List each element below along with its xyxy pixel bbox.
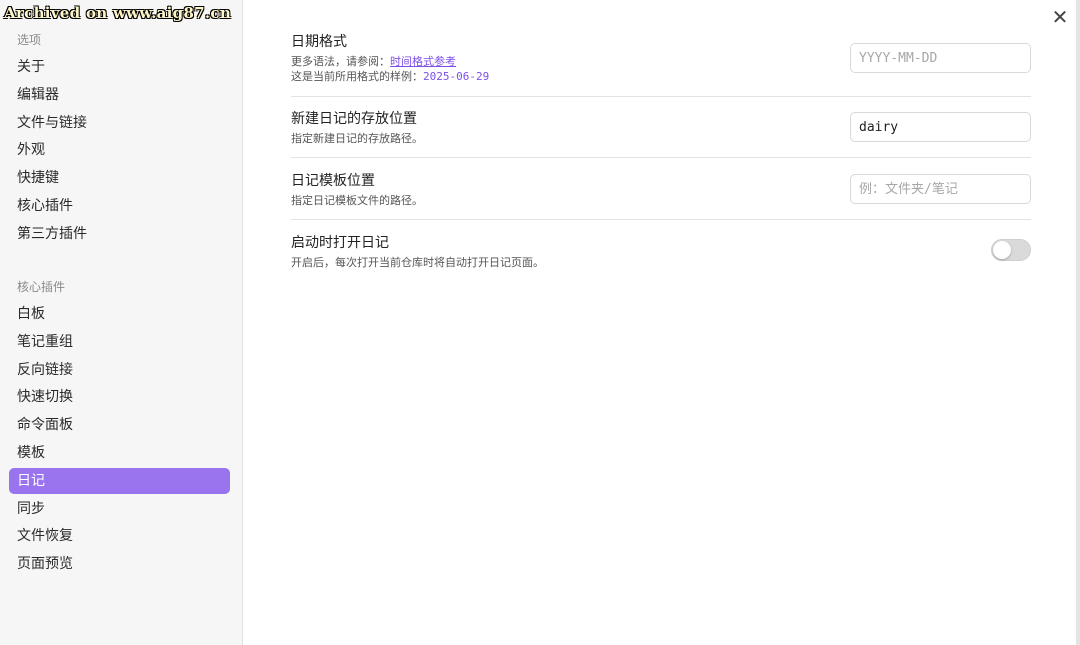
template-location-input[interactable] xyxy=(850,174,1031,204)
sidebar-item-plugin-6[interactable]: 日记 xyxy=(9,467,230,494)
sidebar-item-plugin-1[interactable]: 笔记重组 xyxy=(9,329,230,355)
new-note-location-input[interactable] xyxy=(850,112,1031,142)
desc-prefix: 更多语法，请参阅： xyxy=(291,55,390,68)
sidebar-item-option-0[interactable]: 关于 xyxy=(9,54,230,80)
sidebar-item-plugin-0[interactable]: 白板 xyxy=(9,301,230,327)
sidebar-item-option-4[interactable]: 快捷键 xyxy=(9,165,230,191)
group-title-options: 选项 xyxy=(17,33,42,47)
setting-title: 启动时打开日记 xyxy=(291,235,389,251)
sidebar-item-plugin-2[interactable]: 反向链接 xyxy=(9,357,230,383)
sidebar-item-option-3[interactable]: 外观 xyxy=(9,137,230,163)
divider xyxy=(291,157,1031,158)
sidebar-item-plugin-4[interactable]: 命令面板 xyxy=(9,412,230,438)
divider xyxy=(291,96,1031,97)
window-edge xyxy=(1076,0,1080,645)
sample-value: 2025-06-29 xyxy=(423,70,490,83)
close-icon[interactable]: ✕ xyxy=(1049,6,1071,28)
sidebar-item-plugin-8[interactable]: 文件恢复 xyxy=(9,523,230,549)
open-on-startup-toggle[interactable] xyxy=(991,239,1031,261)
sidebar-item-plugin-7[interactable]: 同步 xyxy=(9,496,230,522)
toggle-knob xyxy=(993,241,1011,259)
sidebar-item-option-5[interactable]: 核心插件 xyxy=(9,193,230,219)
sidebar-item-plugin-5[interactable]: 模板 xyxy=(9,440,230,466)
sidebar-item-option-6[interactable]: 第三方插件 xyxy=(9,221,230,247)
sidebar-item-plugin-3[interactable]: 快速切换 xyxy=(9,384,230,410)
sample-prefix: 这是当前所用格式的样例： xyxy=(291,70,423,83)
settings-sidebar: 选项 关于 编辑器 文件与链接 外观 快捷键 核心插件 第三方插件 核心插件 白板 笔记重组反… xyxy=(0,0,243,645)
sidebar-item-option-2[interactable]: 文件与链接 xyxy=(9,110,230,136)
setting-desc: 开启后，每次打开当前仓库时将自动打开日记页面。 xyxy=(291,256,544,269)
setting-open-on-startup: 启动时打开日记 开启后，每次打开当前仓库时将自动打开日记页面。 xyxy=(291,232,1031,270)
date-format-input[interactable] xyxy=(850,43,1031,73)
divider xyxy=(291,219,1031,220)
sidebar-item-plugin-9[interactable]: 页面预览 xyxy=(9,551,230,577)
sidebar-item-option-1[interactable]: 编辑器 xyxy=(9,82,230,108)
group-title-core-plugins: 核心插件 xyxy=(17,280,66,294)
date-format-reference-link[interactable]: 时间格式参考 xyxy=(390,55,456,68)
watermark: Archived on www.aig87.cn xyxy=(4,4,232,22)
